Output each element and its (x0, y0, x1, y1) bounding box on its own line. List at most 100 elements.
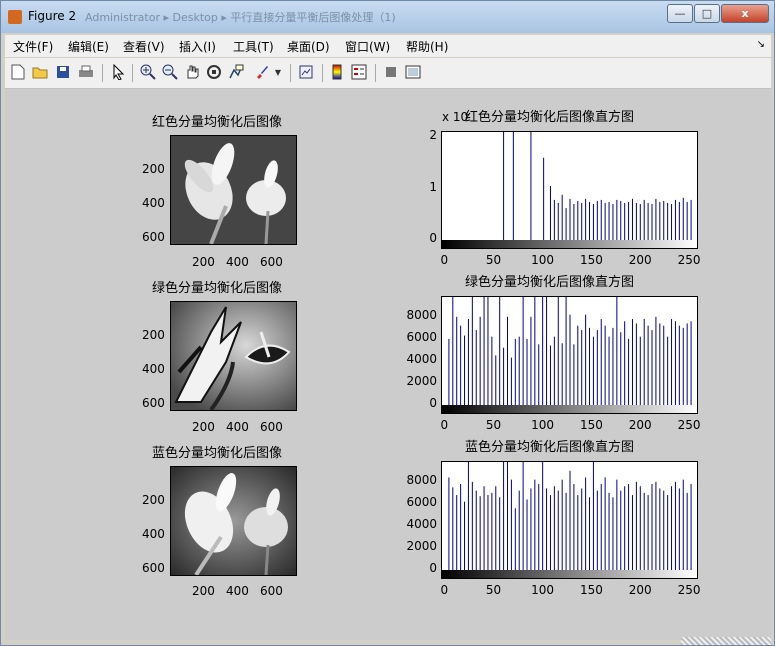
histogram-ytick: 0 (429, 396, 437, 410)
histogram-colorbar (442, 570, 697, 578)
histogram-xtick: 200 (628, 253, 652, 267)
window-title: Figure 2 (28, 9, 77, 23)
histogram-xtick: 150 (579, 583, 603, 597)
maximize-button[interactable]: □ (694, 4, 720, 23)
image-ytick: 400 (142, 362, 165, 376)
toolbar-separator (290, 64, 291, 82)
histogram-xtick: 100 (531, 253, 555, 267)
histogram-ytick: 6000 (406, 329, 437, 344)
image-ytick: 400 (142, 196, 165, 210)
background-window-path: Administrator ▸ Desktop ▸ 平行直接分量平衡后图像处理（… (85, 11, 396, 24)
toolbar-separator (322, 64, 323, 82)
histogram-xtick: 200 (628, 583, 652, 597)
minimize-button[interactable]: — (667, 4, 693, 23)
green-equalized-image (170, 301, 297, 411)
image-panel-title: 红色分量均衡化后图像 (152, 115, 283, 130)
open-folder-icon[interactable] (31, 63, 49, 81)
image-xtick: 400 (226, 420, 249, 434)
pan-hand-icon[interactable] (183, 63, 201, 81)
histogram-ytick: 2000 (406, 538, 437, 553)
toolbar: ▼ (5, 58, 771, 89)
menu-tools[interactable]: 工具(T) (233, 38, 274, 55)
red-equalized-image (170, 135, 297, 245)
image-ytick: 600 (142, 396, 165, 410)
legend-icon[interactable] (350, 63, 368, 81)
menu-insert[interactable]: 插入(I) (179, 38, 216, 55)
histogram-xtick: 0 (440, 418, 449, 432)
figure-window: Figure 2 Administrator ▸ Desktop ▸ 平行直接分… (0, 0, 775, 646)
link-plot-icon[interactable] (297, 63, 315, 81)
image-ytick: 600 (142, 561, 165, 575)
image-xtick: 400 (226, 584, 249, 598)
zoom-out-icon[interactable] (161, 63, 179, 81)
image-xtick: 200 (192, 255, 215, 269)
menu-edit[interactable]: 编辑(E) (68, 38, 109, 55)
title-bar[interactable]: Figure 2 Administrator ▸ Desktop ▸ 平行直接分… (1, 1, 774, 33)
histogram-axes-red (441, 131, 698, 249)
image-ytick: 200 (142, 328, 165, 342)
menu-file[interactable]: 文件(F) (13, 38, 53, 55)
histogram-xtick: 150 (579, 253, 603, 267)
image-xtick: 200 (192, 420, 215, 434)
print-icon[interactable] (77, 63, 95, 81)
brush-icon[interactable] (253, 63, 271, 81)
toolbar-separator (132, 64, 133, 82)
figure-canvas: 红色分量均衡化后图像 200 400 600 200 400 600 绿色分量均… (5, 89, 771, 640)
histogram-axes-blue (441, 461, 698, 579)
toolbar-separator (375, 64, 376, 82)
show-plot-tools-icon[interactable] (404, 63, 422, 81)
resize-grip[interactable] (681, 637, 771, 645)
menu-desktop[interactable]: 桌面(D) (287, 38, 330, 55)
histogram-xtick: 50 (485, 583, 502, 597)
menu-view[interactable]: 查看(V) (123, 38, 165, 55)
rotate-3d-icon[interactable] (205, 63, 223, 81)
menu-help[interactable]: 帮助(H) (406, 38, 448, 55)
menu-overflow-icon[interactable]: ↘ (757, 39, 765, 50)
image-xtick: 200 (192, 584, 215, 598)
select-arrow-icon[interactable] (109, 63, 127, 81)
histogram-xtick: 150 (579, 418, 603, 432)
hide-plot-tools-icon[interactable] (382, 63, 400, 81)
histogram-axes-green (441, 296, 698, 414)
histogram-xtick: 50 (485, 253, 502, 267)
image-xtick: 600 (260, 584, 283, 598)
image-panel-title: 蓝色分量均衡化后图像 (152, 446, 283, 461)
close-button[interactable]: x (721, 4, 769, 23)
menu-bar: 文件(F) 编辑(E) 查看(V) 插入(I) 工具(T) 桌面(D) 窗口(W… (5, 35, 771, 57)
histogram-bars (448, 297, 692, 405)
image-panel-title: 绿色分量均衡化后图像 (152, 281, 283, 296)
image-ytick: 200 (142, 162, 165, 176)
dropdown-icon[interactable]: ▼ (273, 63, 283, 81)
colorbar-icon[interactable] (328, 63, 346, 81)
histogram-bars (503, 132, 692, 240)
zoom-in-icon[interactable] (139, 63, 157, 81)
data-cursor-icon[interactable] (227, 63, 245, 81)
histogram-ytick: 8000 (406, 307, 437, 322)
toolbar-separator (102, 64, 103, 82)
image-xtick: 600 (260, 255, 283, 269)
histogram-title: 蓝色分量均衡化后图像直方图 (465, 440, 635, 455)
histogram-ytick: 1 (429, 179, 437, 194)
histogram-xtick: 250 (677, 253, 701, 267)
image-xtick: 600 (260, 420, 283, 434)
blue-equalized-image (170, 466, 297, 576)
histogram-ytick: 4000 (406, 351, 437, 366)
image-xtick: 400 (226, 255, 249, 269)
matlab-app-icon (8, 10, 22, 24)
histogram-ytick: 6000 (406, 494, 437, 509)
histogram-xtick: 100 (531, 418, 555, 432)
save-icon[interactable] (54, 63, 72, 81)
histogram-title: 红色分量均衡化后图像直方图 (465, 110, 635, 125)
histogram-colorbar (442, 240, 697, 248)
histogram-ytick: 0 (429, 561, 437, 575)
histogram-xtick: 50 (485, 418, 502, 432)
new-file-icon[interactable] (9, 63, 27, 81)
histogram-xtick: 250 (677, 418, 701, 432)
histogram-xtick: 250 (677, 583, 701, 597)
menu-window[interactable]: 窗口(W) (345, 38, 390, 55)
image-ytick: 200 (142, 493, 165, 507)
histogram-xtick: 100 (531, 583, 555, 597)
histogram-xtick: 200 (628, 418, 652, 432)
histogram-ytick: 2000 (406, 373, 437, 388)
image-ytick: 400 (142, 527, 165, 541)
